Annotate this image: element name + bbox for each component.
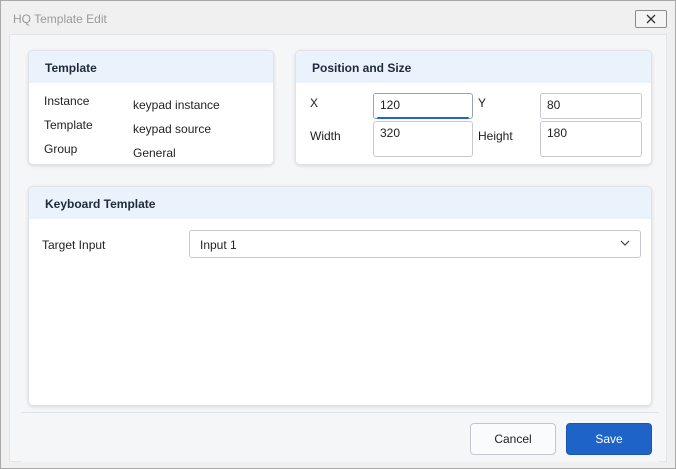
y-input[interactable]: 80 <box>540 93 642 119</box>
y-label: Y <box>478 96 487 110</box>
height-input[interactable]: 180 <box>540 121 642 157</box>
instance-value: keypad instance <box>133 98 220 112</box>
template-card: Template Instance keypad instance Templa… <box>28 50 274 165</box>
save-button[interactable]: Save <box>566 423 652 455</box>
title-bar: HQ Template Edit <box>1 1 675 34</box>
cancel-button[interactable]: Cancel <box>470 423 556 455</box>
group-value: General <box>133 146 176 160</box>
target-input-value: Input 1 <box>200 238 237 252</box>
position-size-card: Position and Size X 120 Y 80 Width 320 H… <box>295 50 652 165</box>
width-input[interactable]: 320 <box>373 121 473 157</box>
x-label: X <box>310 96 319 110</box>
close-button[interactable] <box>635 10 667 28</box>
window-title: HQ Template Edit <box>13 12 107 26</box>
height-label: Height <box>478 129 513 143</box>
dialog-window: HQ Template Edit Template Instance keypa… <box>0 0 676 469</box>
instance-label: Instance <box>44 94 90 108</box>
position-size-card-header: Position and Size <box>296 51 651 83</box>
template-value: keypad source <box>133 122 212 136</box>
target-input-dropdown[interactable]: Input 1 <box>189 230 641 258</box>
dialog-body: Template Instance keypad instance Templa… <box>9 34 667 462</box>
close-icon <box>646 14 656 24</box>
keyboard-template-card-header: Keyboard Template <box>29 187 651 219</box>
template-label: Template <box>44 118 93 132</box>
keyboard-template-card: Keyboard Template Target Input Input 1 <box>28 186 652 406</box>
template-card-header: Template <box>29 51 273 83</box>
width-label: Width <box>310 129 341 143</box>
dialog-footer: Cancel Save <box>21 412 659 462</box>
group-label: Group <box>44 142 78 156</box>
target-input-label: Target Input <box>42 238 106 252</box>
chevron-down-icon <box>620 240 630 246</box>
x-input[interactable]: 120 <box>373 93 473 119</box>
